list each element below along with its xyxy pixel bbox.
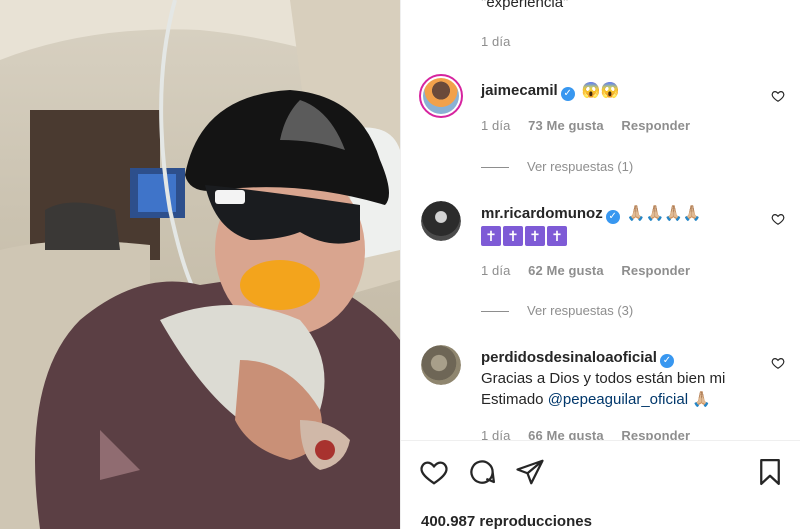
avatar[interactable] bbox=[421, 345, 461, 385]
bookmark-icon[interactable] bbox=[755, 457, 785, 487]
comment-body: 🙏🏼🙏🏼🙏🏼🙏🏼 bbox=[626, 205, 702, 222]
comment-meta: 1 día 62 Me gusta Responder bbox=[481, 263, 704, 278]
comment-icon[interactable] bbox=[467, 457, 497, 487]
comment-likes[interactable]: 62 Me gusta bbox=[528, 263, 604, 278]
cross-emoji-row: ✝ ✝ ✝ ✝ bbox=[481, 226, 567, 246]
heart-icon[interactable] bbox=[771, 212, 785, 226]
comments-panel: "experiencia" 1 día jaimecamil ✓ 😱😱 1 día… bbox=[400, 0, 800, 529]
reply-button[interactable]: Responder bbox=[621, 428, 690, 440]
avatar[interactable] bbox=[419, 74, 463, 118]
comment-username[interactable]: perdidosdesinaloaoficial bbox=[481, 349, 657, 366]
reply-button[interactable]: Responder bbox=[621, 118, 690, 133]
cross-emoji: ✝ bbox=[481, 226, 501, 246]
comment-username[interactable]: mr.ricardomunoz bbox=[481, 205, 603, 222]
comment-text: perdidosdesinaloaoficial ✓ Gracias a Dios… bbox=[481, 347, 731, 410]
video-player[interactable] bbox=[0, 0, 400, 529]
mention-link[interactable]: @pepeaguilar_oficial bbox=[548, 391, 688, 408]
share-icon[interactable] bbox=[515, 457, 545, 487]
view-replies-label: Ver respuestas (3) bbox=[527, 303, 634, 318]
heart-icon[interactable] bbox=[419, 457, 449, 487]
comment-username[interactable]: jaimecamil bbox=[481, 82, 558, 99]
comment-meta: 1 día 66 Me gusta Responder bbox=[481, 428, 704, 440]
caption-text: "experiencia" bbox=[481, 0, 569, 11]
cross-emoji: ✝ bbox=[547, 226, 567, 246]
verified-badge-icon: ✓ bbox=[605, 210, 620, 224]
caption-meta: 1 día bbox=[481, 34, 524, 49]
heart-icon[interactable] bbox=[771, 356, 785, 370]
view-replies-button[interactable]: Ver respuestas (1) bbox=[481, 159, 633, 174]
view-replies-button[interactable]: Ver respuestas (3) bbox=[481, 303, 633, 318]
comment-likes[interactable]: 73 Me gusta bbox=[528, 118, 604, 133]
comment-age[interactable]: 1 día bbox=[481, 263, 510, 278]
video-frame bbox=[0, 0, 400, 529]
avatar[interactable] bbox=[421, 201, 461, 241]
divider bbox=[481, 167, 509, 169]
view-count[interactable]: 400.987 reproducciones bbox=[421, 513, 592, 529]
comment-meta: 1 día 73 Me gusta Responder bbox=[481, 118, 704, 133]
caption-age[interactable]: 1 día bbox=[481, 34, 510, 49]
cross-emoji: ✝ bbox=[525, 226, 545, 246]
action-bar: 400.987 reproducciones bbox=[401, 440, 800, 529]
heart-icon[interactable] bbox=[771, 89, 785, 103]
view-replies-label: Ver respuestas (1) bbox=[527, 159, 634, 174]
cross-emoji: ✝ bbox=[503, 226, 523, 246]
comment-age[interactable]: 1 día bbox=[481, 428, 510, 440]
verified-badge-icon: ✓ bbox=[659, 354, 674, 368]
comment-text: mr.ricardomunoz ✓ 🙏🏼🙏🏼🙏🏼🙏🏼 ✝ ✝ ✝ ✝ bbox=[481, 203, 751, 247]
reply-button[interactable]: Responder bbox=[621, 263, 690, 278]
comment-emoji: 🙏🏼 bbox=[692, 391, 711, 408]
comment-body: 😱😱 bbox=[581, 82, 620, 99]
comments-list: "experiencia" 1 día jaimecamil ✓ 😱😱 1 día… bbox=[401, 0, 800, 440]
divider bbox=[481, 311, 509, 313]
comment-likes[interactable]: 66 Me gusta bbox=[528, 428, 604, 440]
verified-badge-icon: ✓ bbox=[560, 87, 575, 101]
comment-text: jaimecamil ✓ 😱😱 bbox=[481, 80, 751, 101]
comment-age[interactable]: 1 día bbox=[481, 118, 510, 133]
